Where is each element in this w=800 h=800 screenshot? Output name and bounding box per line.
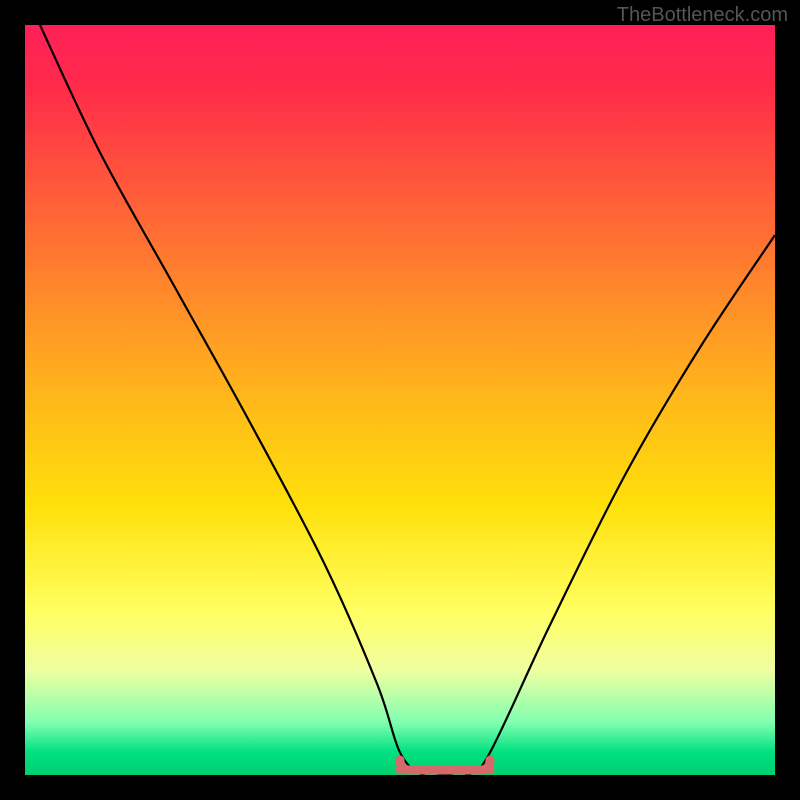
valley-dot [432,766,441,775]
valley-dot [450,766,459,775]
valley-dot [396,766,405,775]
valley-dot [414,766,423,775]
valley-dot [486,766,495,775]
bottleneck-curve [40,25,775,775]
curve-layer [25,25,775,775]
watermark-text: TheBottleneck.com [617,4,788,27]
valley-marker [400,760,490,770]
valley-dot [468,766,477,775]
plot-area [25,25,775,775]
